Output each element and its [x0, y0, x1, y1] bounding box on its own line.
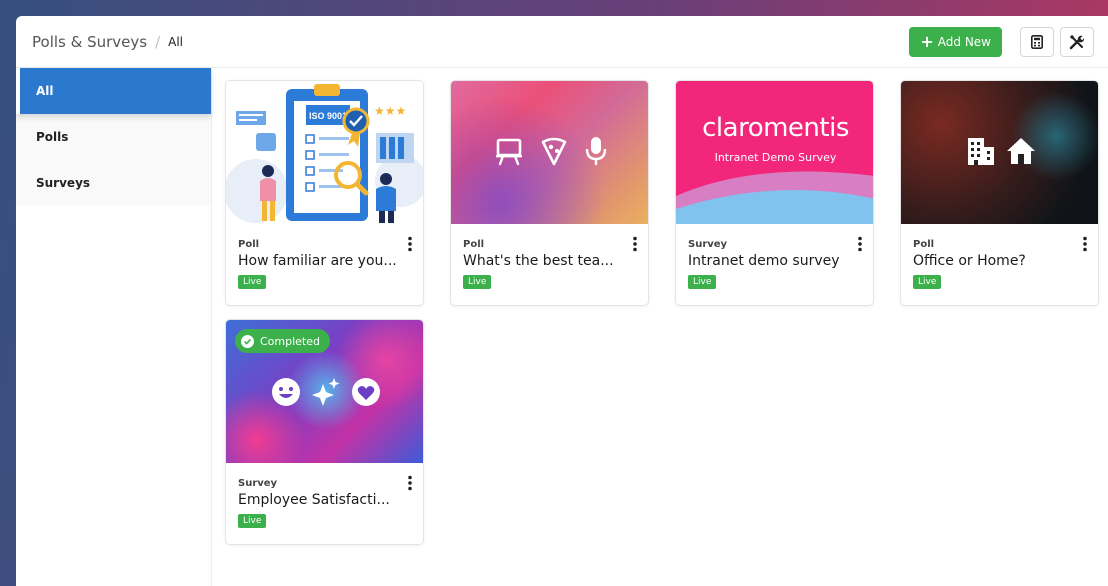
- card-body: Survey Employee Satisfacti... Live: [226, 463, 423, 528]
- sidebar: All Polls Surveys: [16, 68, 212, 586]
- card-image-colorful: Completed: [226, 320, 423, 463]
- claromentis-subtitle: Intranet Demo Survey: [714, 151, 837, 164]
- breadcrumb-root[interactable]: Polls & Surveys: [32, 33, 147, 51]
- more-options-icon[interactable]: [407, 475, 413, 491]
- breadcrumb: Polls & Surveys / All: [32, 33, 183, 51]
- status-badge: Live: [913, 275, 942, 289]
- completed-label: Completed: [260, 334, 320, 348]
- card-body: Poll Office or Home? Live: [901, 224, 1098, 289]
- card-image-icons: [901, 135, 1098, 167]
- presentation-board-icon: [495, 138, 522, 166]
- home-icon: [1006, 138, 1035, 164]
- more-options-icon[interactable]: [407, 236, 413, 252]
- card-image-dark: [901, 81, 1098, 224]
- sidebar-item-polls[interactable]: Polls: [16, 114, 211, 160]
- card-body: Poll How familiar are you... Live: [226, 224, 423, 289]
- calculator-icon: [1031, 34, 1043, 49]
- sparkle-icon: [311, 378, 339, 406]
- iso-clipboard-illustration: ISO 9001 ★★★: [226, 84, 423, 223]
- card-type: Poll: [463, 239, 485, 250]
- card-image-gradient: [451, 81, 648, 224]
- card-image-icons: [451, 135, 648, 167]
- poll-card[interactable]: Poll Office or Home? Live: [900, 80, 1099, 306]
- sidebar-item-label: All: [36, 84, 54, 98]
- claromentis-logo: claromentis: [702, 113, 849, 143]
- status-badge: Live: [463, 275, 492, 289]
- tools-button[interactable]: [1060, 26, 1094, 57]
- card-type: Poll: [238, 239, 260, 250]
- plus-icon: +: [920, 31, 934, 51]
- poll-card[interactable]: ISO 9001 ★★★ Poll How familiar are you..…: [225, 80, 424, 306]
- breadcrumb-current: All: [168, 34, 184, 49]
- card-title: What's the best tea...: [463, 253, 614, 269]
- card-title: Office or Home?: [913, 253, 1026, 269]
- card-type: Survey: [238, 478, 278, 489]
- office-building-icon: [967, 138, 994, 165]
- sidebar-list: All Polls Surveys: [16, 68, 211, 206]
- toolbar-actions: + Add New: [909, 26, 1094, 57]
- card-image-icons: [226, 376, 423, 408]
- sidebar-item-label: Surveys: [36, 176, 91, 190]
- pizza-slice-icon: [541, 137, 566, 166]
- sidebar-item-surveys[interactable]: Surveys: [16, 160, 211, 206]
- iso-badge-text: ISO 9001: [309, 111, 347, 121]
- survey-card[interactable]: claromentis Intranet Demo Survey Survey …: [675, 80, 874, 306]
- card-body: Survey Intranet demo survey Live: [676, 224, 873, 289]
- add-new-button[interactable]: + Add New: [909, 26, 1002, 57]
- app-window: Polls & Surveys / All + Add New All Poll…: [16, 16, 1108, 586]
- more-options-icon[interactable]: [857, 236, 863, 252]
- card-image-iso: ISO 9001 ★★★: [226, 81, 423, 224]
- status-badge: Live: [238, 275, 267, 289]
- tools-icon: [1069, 34, 1085, 49]
- status-badge: Live: [688, 275, 717, 289]
- card-title: How familiar are you...: [238, 253, 397, 269]
- card-type: Poll: [913, 239, 935, 250]
- card-title: Employee Satisfacti...: [238, 492, 390, 508]
- poll-card[interactable]: Poll What's the best tea... Live: [450, 80, 649, 306]
- sidebar-item-all[interactable]: All: [16, 68, 211, 114]
- card-title: Intranet demo survey: [688, 253, 840, 269]
- breadcrumb-separator: /: [155, 32, 161, 51]
- completed-badge: Completed: [235, 329, 330, 353]
- add-new-label: Add New: [937, 34, 991, 49]
- microphone-icon: [585, 137, 606, 165]
- status-badge: Live: [238, 514, 267, 528]
- top-bar: Polls & Surveys / All + Add New: [16, 16, 1108, 68]
- more-options-icon[interactable]: [1082, 236, 1088, 252]
- cards-grid: ISO 9001 ★★★ Poll How familiar are you..…: [225, 80, 1100, 580]
- heart-circle-icon: [351, 378, 380, 406]
- card-body: Poll What's the best tea... Live: [451, 224, 648, 289]
- calculator-button[interactable]: [1020, 26, 1054, 57]
- smile-icon: [271, 378, 300, 406]
- survey-card[interactable]: Completed Survey Employee Satisfacti... …: [225, 319, 424, 545]
- sidebar-item-label: Polls: [36, 130, 69, 144]
- check-circle-icon: [241, 334, 254, 348]
- svg-text:★★★: ★★★: [374, 104, 406, 118]
- more-options-icon[interactable]: [632, 236, 638, 252]
- card-image-claromentis: claromentis Intranet Demo Survey: [676, 81, 873, 224]
- card-type: Survey: [688, 239, 728, 250]
